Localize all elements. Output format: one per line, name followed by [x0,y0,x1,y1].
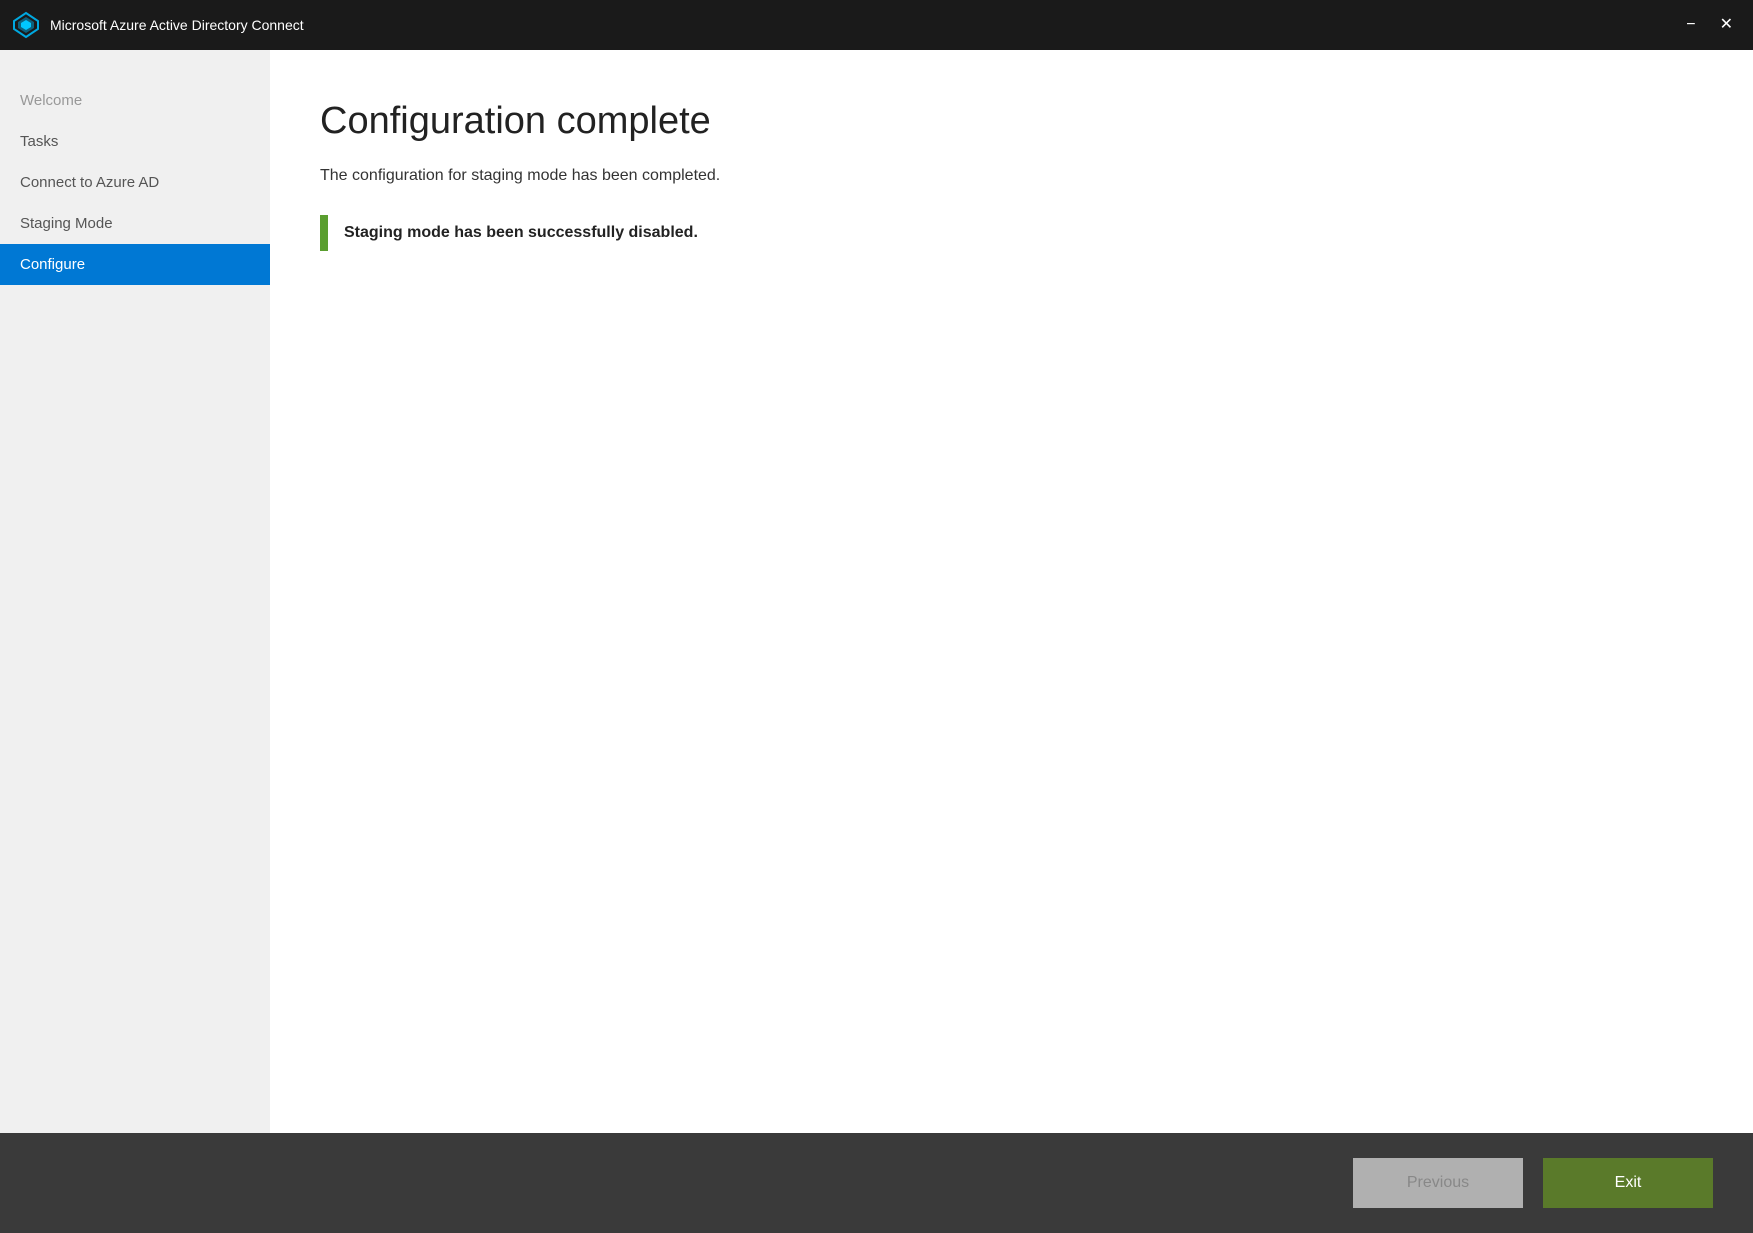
content-spacer [320,251,1703,1103]
success-bar-indicator [320,215,328,251]
sidebar-item-label: Welcome [20,92,82,109]
close-button[interactable]: ✕ [1712,15,1741,35]
success-message: Staging mode has been successfully disab… [344,224,698,242]
success-banner: Staging mode has been successfully disab… [320,215,1703,251]
sidebar-item-staging-mode[interactable]: Staging Mode [0,203,270,244]
previous-button[interactable]: Previous [1353,1158,1523,1208]
page-description: The configuration for staging mode has b… [320,167,1703,185]
sidebar-item-label: Staging Mode [20,215,113,232]
app-window: Microsoft Azure Active Directory Connect… [0,0,1753,1233]
minimize-button[interactable]: − [1678,15,1703,35]
main-content: Welcome Tasks Connect to Azure AD Stagin… [0,50,1753,1133]
sidebar: Welcome Tasks Connect to Azure AD Stagin… [0,50,270,1133]
sidebar-item-configure[interactable]: Configure [0,244,270,285]
sidebar-item-label: Configure [20,256,85,273]
sidebar-item-tasks[interactable]: Tasks [0,121,270,162]
page-title: Configuration complete [320,100,1703,143]
exit-button[interactable]: Exit [1543,1158,1713,1208]
titlebar: Microsoft Azure Active Directory Connect… [0,0,1753,50]
azure-logo-icon [12,11,40,39]
content-area: Configuration complete The configuration… [270,50,1753,1133]
titlebar-controls: − ✕ [1678,15,1741,35]
sidebar-item-connect-azure-ad[interactable]: Connect to Azure AD [0,162,270,203]
sidebar-item-label: Tasks [20,133,58,150]
footer: Previous Exit [0,1133,1753,1233]
sidebar-item-label: Connect to Azure AD [20,174,159,191]
titlebar-title: Microsoft Azure Active Directory Connect [50,17,1678,33]
sidebar-item-welcome[interactable]: Welcome [0,80,270,121]
